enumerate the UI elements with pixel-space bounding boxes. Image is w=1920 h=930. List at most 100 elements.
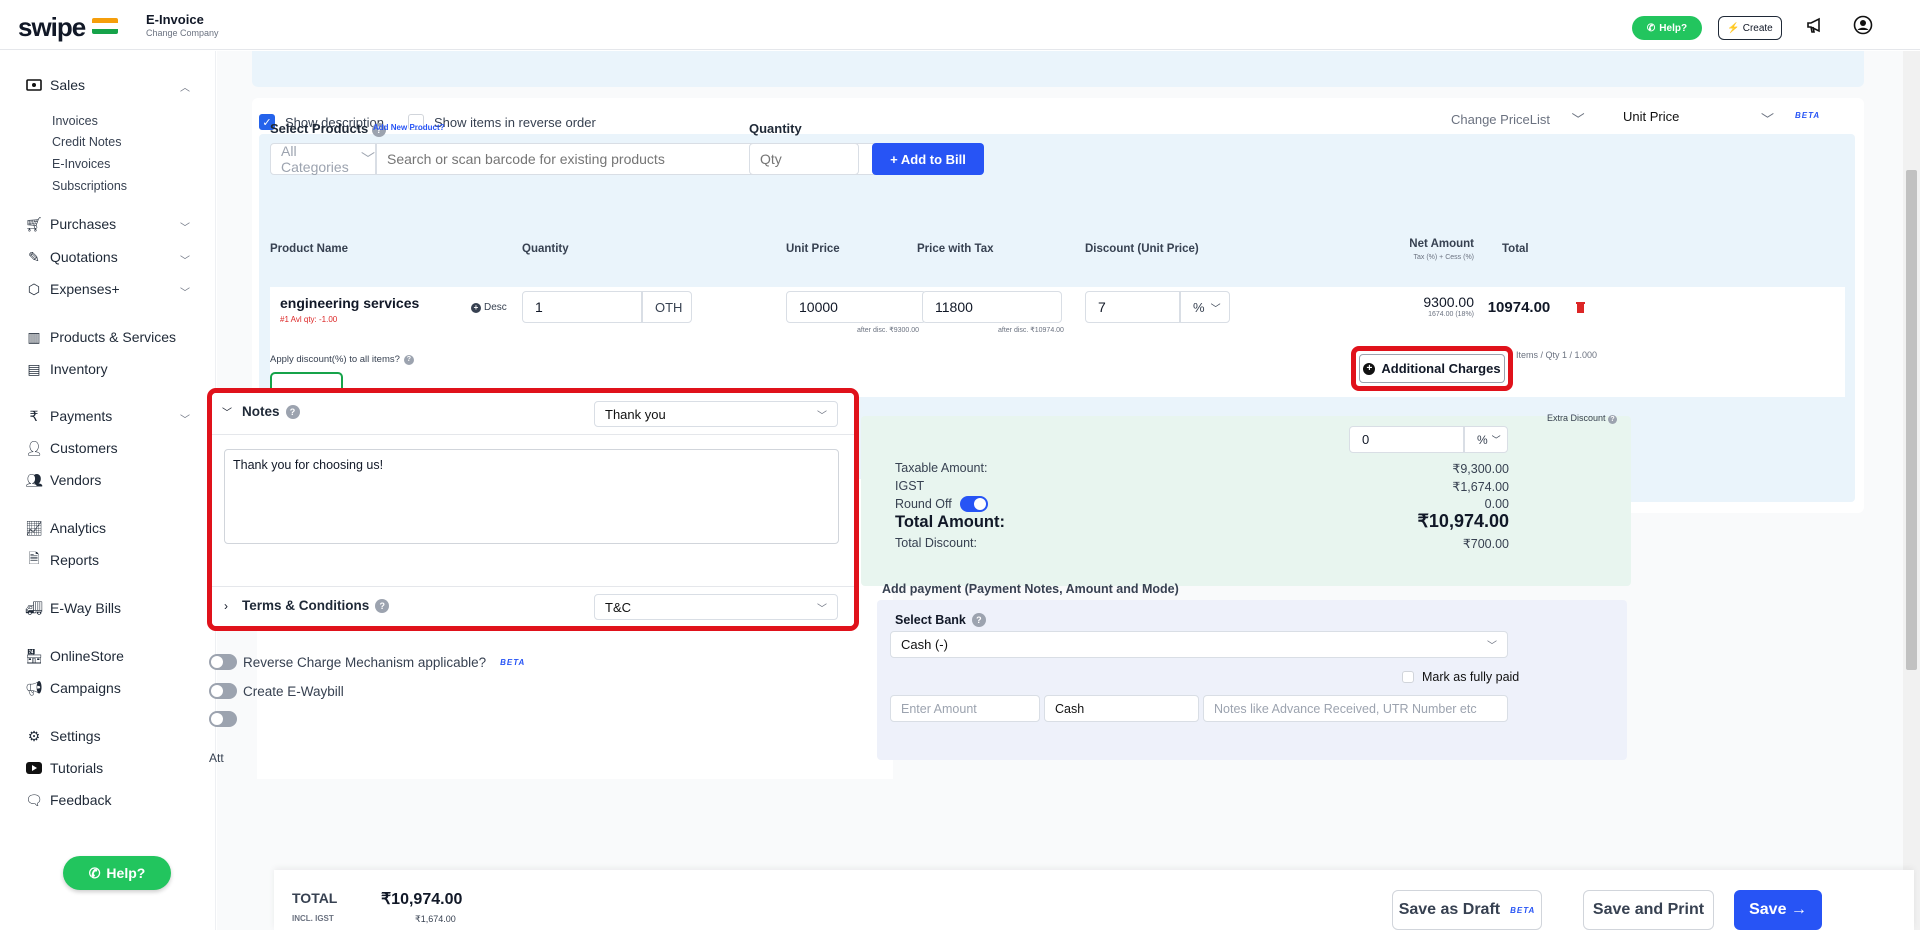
help-label: Help? [1659, 22, 1688, 34]
add-to-bill-button[interactable]: + Add to Bill [872, 143, 984, 175]
chart-icon: 📈︎ [25, 519, 43, 536]
chevron-up-icon[interactable]: ︿ [180, 79, 190, 94]
amount-input[interactable]: Enter Amount [890, 695, 1040, 722]
discount-type-value: % [1193, 299, 1205, 315]
incl-igst-value: ₹1,674.00 [415, 914, 456, 924]
add-payment-title: Add payment (Payment Notes, Amount and M… [882, 582, 1179, 596]
discount-type-select[interactable]: % ﹀ [1180, 291, 1230, 323]
help-button[interactable]: ✆ Help? [1632, 16, 1702, 40]
beta-badge: BETA [1510, 905, 1536, 915]
sidebar-item-settings[interactable]: ⚙ Settings [26, 728, 101, 745]
additional-charges-label: Additional Charges [1381, 361, 1501, 376]
quantity-input[interactable] [749, 143, 859, 175]
sidebar-item-label: Products & Services [50, 329, 177, 345]
sidebar-item-customers[interactable]: 👤︎ Customers [25, 440, 118, 457]
col-net-amount-sub: Tax (%) + Cess (%) [1413, 254, 1474, 261]
row-quantity-input[interactable]: 1 [522, 291, 642, 323]
total-amount-label: Total Amount: [895, 513, 1005, 531]
sidebar-item-eway-bills[interactable]: 🚚︎ E-Way Bills [25, 600, 121, 617]
sidebar-item-vendors[interactable]: 👥︎ Vendors [25, 472, 101, 489]
whatsapp-icon: ✆ [88, 864, 101, 881]
reverse-charge-toggle[interactable] [209, 654, 237, 670]
cash-icon [26, 77, 42, 93]
sidebar-item-feedback[interactable]: 🗨︎ Feedback [25, 792, 111, 809]
scrollbar-thumb[interactable] [1906, 170, 1917, 670]
category-select[interactable]: All Categories ﹀ [270, 143, 376, 175]
sidebar: Sales ︿ Invoices Credit Notes E-Invoices… [0, 51, 216, 930]
chevron-down-icon[interactable]: ﹀ [180, 411, 190, 426]
chevron-down-icon[interactable]: ﹀ [180, 252, 190, 267]
chevron-down-icon[interactable]: ﹀ [222, 404, 232, 419]
terms-template-select[interactable]: T&C ﹀ [594, 594, 838, 620]
extra-discount-type[interactable]: % ﹀ [1464, 426, 1508, 453]
save-draft-button[interactable]: Save as Draft BETA [1392, 890, 1542, 930]
payment-notes-input[interactable]: Notes like Advance Received, UTR Number … [1203, 695, 1508, 722]
col-net-amount: Net Amount [1409, 238, 1474, 250]
sidebar-item-campaigns[interactable]: 📢︎ Campaigns [25, 680, 121, 697]
sidebar-item-expenses[interactable]: ⬡ Expenses+ [26, 281, 120, 298]
row-discount-input[interactable]: 7 [1085, 291, 1180, 323]
row-price-tax-input[interactable]: 11800 [922, 291, 1062, 323]
total-amount-value: ₹10,974.00 [1417, 511, 1509, 531]
mark-paid-checkbox[interactable] [1402, 671, 1414, 683]
sidebar-item-reports[interactable]: 🗎︎ Reports [26, 550, 100, 568]
sidebar-sub-credit-notes[interactable]: Credit Notes [52, 135, 121, 149]
sidebar-sub-invoices[interactable]: Invoices [52, 114, 98, 128]
notes-textarea[interactable]: Thank you for choosing us! [224, 449, 839, 544]
partial-toggle[interactable] [209, 711, 237, 730]
sidebar-item-quotations[interactable]: ✎ Quotations [26, 249, 118, 266]
bank-select[interactable]: Cash (-) ﹀ [890, 631, 1508, 658]
save-print-button[interactable]: Save and Print [1583, 890, 1714, 930]
chevron-down-icon: ﹀ [361, 151, 375, 167]
ewaybill-toggle[interactable] [209, 683, 237, 699]
save-button[interactable]: Save → [1734, 890, 1822, 930]
chevron-down-icon[interactable]: ﹀ [180, 284, 190, 299]
sidebar-item-tutorials[interactable]: Tutorials [26, 760, 103, 776]
sidebar-item-onlinestore[interactable]: 🏪︎ OnlineStore [25, 648, 124, 665]
row-unit-price-input[interactable]: 10000 [786, 291, 926, 323]
round-off-toggle[interactable] [959, 496, 988, 512]
chevron-down-icon: ﹀ [817, 603, 827, 615]
terms-title: Terms & Conditions? [242, 598, 390, 613]
sidebar-item-sales[interactable]: Sales [26, 77, 85, 93]
sidebar-sub-subscriptions[interactable]: Subscriptions [52, 179, 127, 193]
sidebar-item-products-services[interactable]: ▥ Products & Services [26, 329, 177, 346]
extra-type-value: % [1477, 432, 1488, 447]
swipe-logo[interactable]: swipe [18, 12, 86, 43]
add-new-product-link[interactable]: Add New Product? [373, 123, 445, 132]
unit-price-select[interactable]: Unit Price ﹀ BETA [1623, 109, 1863, 127]
product-name: engineering services [280, 295, 420, 311]
sidebar-item-inventory[interactable]: ▤ Inventory [26, 361, 107, 378]
megaphone-icon[interactable] [1804, 14, 1826, 36]
chevron-right-icon[interactable]: › [224, 599, 228, 613]
chevron-down-icon[interactable]: ﹀ [180, 219, 190, 234]
sidebar-item-payments[interactable]: ₹ Payments [26, 408, 113, 425]
delete-icon[interactable] [1570, 297, 1590, 317]
sidebar-item-label: Quotations [50, 249, 118, 265]
change-pricelist-select[interactable]: Change PriceList ﹀ [1451, 109, 1585, 128]
company-switcher[interactable]: E-Invoice Change Company [146, 12, 219, 38]
sidebar-item-purchases[interactable]: 🛒︎ Purchases [25, 216, 116, 233]
extra-discount-label: Extra Discount ? [1417, 413, 1617, 424]
pricelist-label: Change PriceList [1451, 112, 1550, 127]
lightning-icon: ⚡ [1727, 22, 1740, 34]
module-title: E-Invoice [146, 12, 204, 27]
sidebar-item-label: Reports [50, 552, 100, 568]
help-floating-button[interactable]: ✆ Help? [63, 856, 171, 890]
beta-badge: BETA [1795, 111, 1821, 120]
create-button[interactable]: ⚡ Create [1718, 16, 1782, 40]
col-total: Total [1502, 243, 1529, 255]
sidebar-item-analytics[interactable]: 📈︎ Analytics [25, 519, 107, 537]
row-unit-label[interactable]: OTH [642, 291, 692, 323]
extra-discount-input[interactable]: 0 [1349, 426, 1464, 453]
change-company-link[interactable]: Change Company [146, 28, 219, 38]
igst-label: IGST [895, 479, 925, 493]
desc-button[interactable]: + Desc [471, 302, 507, 313]
additional-charges-button[interactable]: + Additional Charges [1359, 354, 1505, 383]
payment-mode-select[interactable]: Cash [1044, 695, 1199, 722]
sidebar-item-label: Analytics [50, 520, 107, 536]
reverse-charge-row: Reverse Charge Mechanism applicable? BET… [209, 654, 525, 670]
account-icon[interactable] [1852, 14, 1874, 36]
notes-template-select[interactable]: Thank you ﹀ [594, 401, 838, 427]
sidebar-sub-e-invoices[interactable]: E-Invoices [52, 157, 110, 171]
